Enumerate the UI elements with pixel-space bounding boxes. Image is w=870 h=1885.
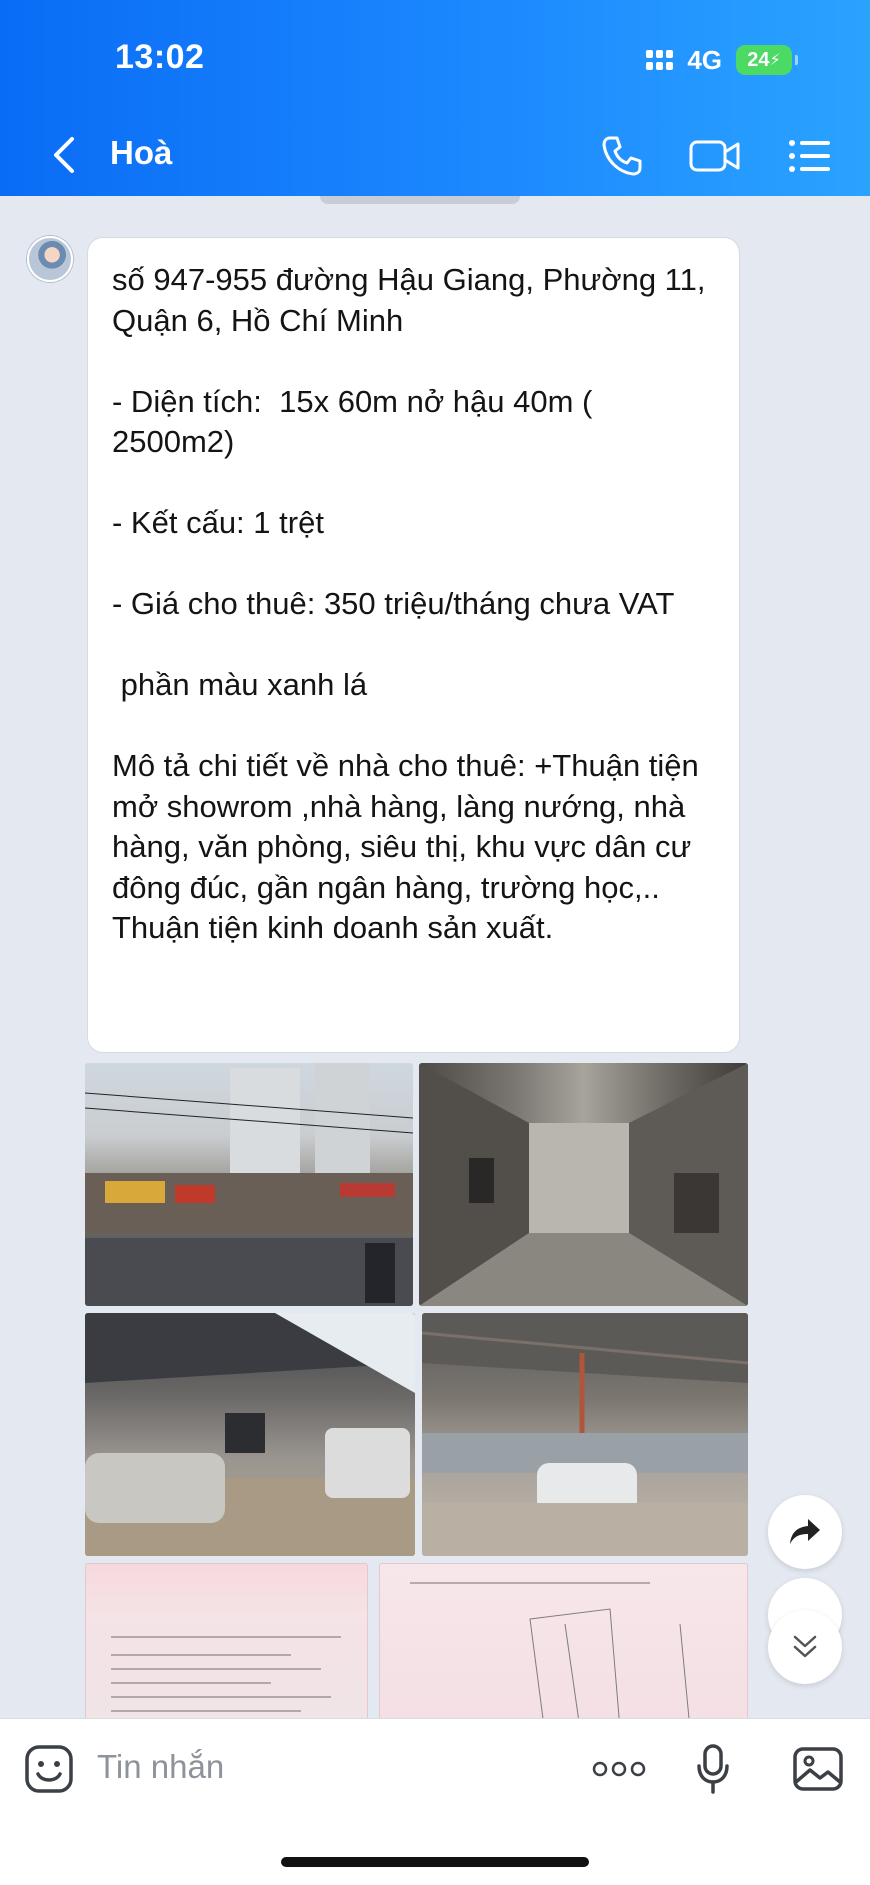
document-thumbnail[interactable]: [85, 1563, 368, 1733]
message-line: phần màu xanh lá: [112, 667, 368, 702]
message-line: [112, 544, 715, 585]
image-icon: [793, 1747, 843, 1791]
photo-thumbnail[interactable]: [85, 1313, 415, 1556]
home-indicator: [281, 1857, 589, 1867]
sender-avatar[interactable]: [27, 236, 73, 282]
document-thumbnail[interactable]: [379, 1563, 748, 1733]
message-line: [112, 625, 715, 666]
scroll-to-bottom-button[interactable]: [768, 1610, 842, 1684]
message-line: [112, 341, 715, 382]
phone-icon: [602, 136, 642, 176]
photo-picker-button[interactable]: [790, 1741, 846, 1797]
status-indicators: 4G 24 ⚡: [646, 40, 798, 80]
message-line: Mô tả chi tiết về nhà cho thuê: +Thuận t…: [112, 748, 708, 945]
more-input-button[interactable]: [586, 1741, 652, 1797]
video-camera-icon: [689, 140, 740, 172]
message-line: số 947-955 đường Hậu Giang, Phường 11, Q…: [112, 262, 715, 338]
video-call-button[interactable]: [688, 129, 742, 183]
message-bubble[interactable]: số 947-955 đường Hậu Giang, Phường 11, Q…: [87, 237, 740, 1053]
battery-level: 24: [747, 48, 770, 71]
list-icon: [789, 140, 830, 172]
network-type: 4G: [687, 44, 722, 75]
header: 13:02 4G 24 ⚡ Hoà: [0, 0, 870, 196]
chevron-left-icon: [54, 137, 74, 173]
voice-call-button[interactable]: [595, 129, 649, 183]
battery-icon: 24 ⚡: [736, 45, 798, 75]
scroll-indicator: [320, 196, 520, 204]
message-line: - Giá cho thuê: 350 triệu/tháng chưa VAT: [112, 586, 675, 621]
photo-thumbnail[interactable]: [85, 1063, 413, 1306]
warehouse-corridor-photo: [419, 1063, 748, 1306]
back-button[interactable]: [38, 130, 88, 180]
message-line: [112, 706, 715, 747]
land-plot-diagram: [529, 1608, 691, 1732]
status-time: 13:02: [115, 38, 205, 76]
forward-button[interactable]: [768, 1495, 842, 1569]
sticker-button[interactable]: [21, 1741, 77, 1797]
parking-shed-photo: [422, 1313, 748, 1556]
nav-bar: Hoà: [0, 120, 870, 190]
share-arrow-icon: [790, 1519, 820, 1544]
chat-title: Hoà: [110, 134, 173, 171]
voice-message-button[interactable]: [685, 1741, 741, 1797]
warehouse-interior-photo: [85, 1313, 415, 1556]
message-input[interactable]: Tin nhắn: [97, 1748, 224, 1786]
message-input-bar: Tin nhắn: [0, 1718, 870, 1885]
signal-icon: [646, 50, 674, 70]
microphone-icon: [697, 1744, 729, 1794]
photo-thumbnail[interactable]: [419, 1063, 748, 1306]
message-line: - Diện tích: 15x 60m nở hậu 40m ( 2500m2…: [112, 383, 602, 460]
photo-thumbnail[interactable]: [422, 1313, 748, 1556]
double-chevron-down-icon: [793, 1635, 817, 1658]
ellipsis-icon: [592, 1761, 646, 1777]
message-line: [112, 463, 715, 504]
emoji-icon: [25, 1745, 73, 1793]
options-menu-button[interactable]: [783, 129, 837, 183]
street-photo: [85, 1063, 413, 1306]
message-line: - Kết cấu: 1 trệt: [112, 505, 324, 540]
